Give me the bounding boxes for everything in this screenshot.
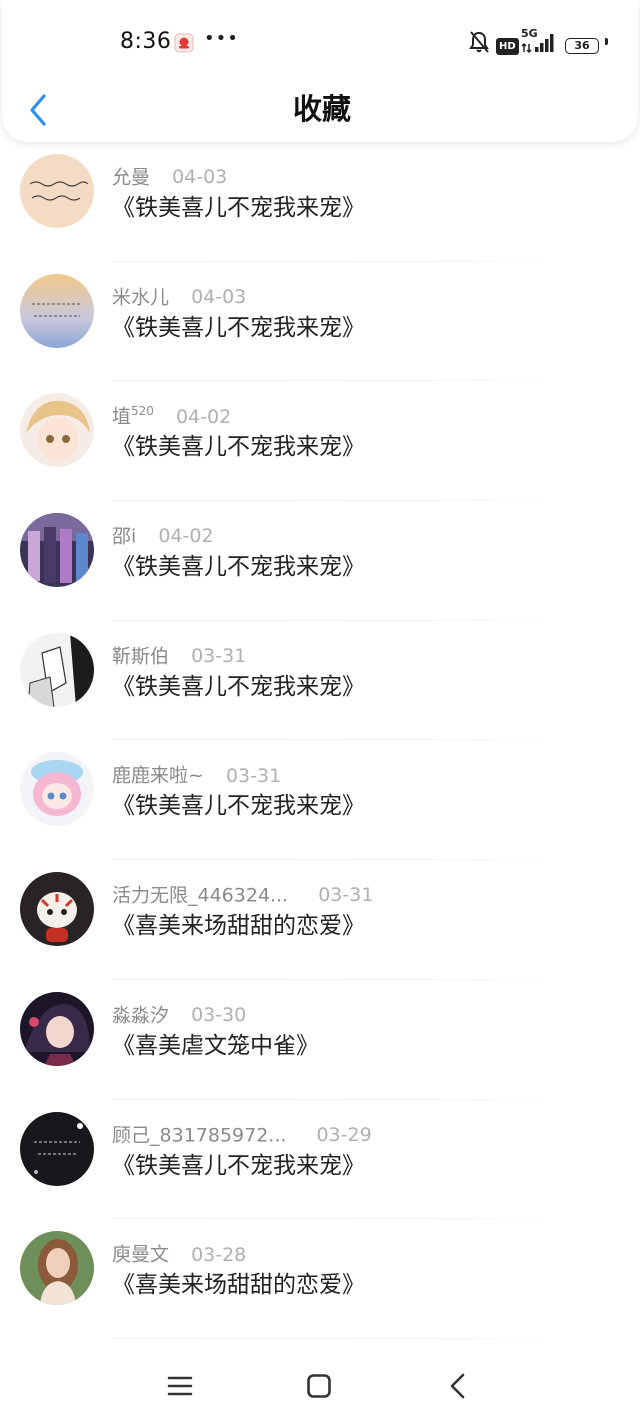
portrait-photo-avatar[interactable] bbox=[20, 1231, 94, 1306]
chevron-left-icon bbox=[30, 94, 46, 126]
list-item[interactable]: 顾己_831785972... 03-29 《铁美喜儿不宠我来宠》 bbox=[0, 1100, 640, 1220]
user-name[interactable]: 米水儿 bbox=[112, 286, 169, 308]
user-name-sup: 520 bbox=[131, 404, 154, 419]
battery-icon: 36 bbox=[565, 34, 609, 54]
favorite-date: 04-02 bbox=[175, 405, 232, 428]
status-bar: 8:36 ••• HD 5G 36 bbox=[2, 0, 640, 86]
book-title[interactable]: 《铁美喜儿不宠我来宠》 bbox=[112, 192, 365, 224]
book-title[interactable]: 《铁美喜儿不宠我来宠》 bbox=[112, 431, 365, 463]
book-title[interactable]: 《铁美喜儿不宠我来宠》 bbox=[112, 1150, 365, 1182]
status-time: 8:36 bbox=[120, 29, 172, 54]
favorite-date: 03-31 bbox=[191, 645, 247, 668]
back-button[interactable] bbox=[22, 90, 54, 130]
favorites-list: 允曼 04-03 《铁美喜儿不宠我来宠》 米水儿 04-03 《铁美喜儿不宠我来… bbox=[0, 142, 640, 1339]
tiger-mascot-avatar[interactable] bbox=[20, 872, 94, 947]
chibi-girl-avatar[interactable] bbox=[20, 752, 94, 827]
app-notification-icon bbox=[174, 33, 194, 53]
book-title[interactable]: 《铁美喜儿不宠我来宠》 bbox=[112, 551, 365, 583]
more-notifications-icon: ••• bbox=[204, 28, 239, 49]
favorite-date: 04-03 bbox=[172, 166, 228, 189]
page-title: 收藏 bbox=[292, 92, 351, 126]
night-text-avatar[interactable] bbox=[20, 1111, 94, 1186]
favorite-date: 03-29 bbox=[316, 1123, 372, 1146]
user-name[interactable]: 邵i bbox=[112, 525, 136, 547]
favorite-date: 03-28 bbox=[191, 1243, 247, 1266]
list-item[interactable]: 米水儿 04-03 《铁美喜儿不宠我来宠》 bbox=[0, 262, 640, 382]
book-title[interactable]: 《铁美喜儿不宠我来宠》 bbox=[112, 671, 365, 703]
favorite-date: 03-31 bbox=[318, 884, 374, 907]
list-item[interactable]: 埴520 04-02 《铁美喜儿不宠我来宠》 bbox=[0, 381, 640, 502]
favorite-date: 04-03 bbox=[191, 286, 247, 309]
menu-icon bbox=[167, 1376, 193, 1396]
book-title[interactable]: 《铁美喜儿不宠我来宠》 bbox=[112, 312, 365, 344]
menu-button[interactable] bbox=[160, 1366, 200, 1406]
nav-back-button[interactable] bbox=[438, 1366, 478, 1406]
home-icon bbox=[307, 1374, 331, 1398]
user-name[interactable]: 活力无限_446324... bbox=[112, 884, 288, 906]
book-title[interactable]: 《喜美来场甜甜的恋爱》 bbox=[112, 1269, 365, 1301]
user-name[interactable]: 靳斯伯 bbox=[112, 645, 169, 667]
anime-boy-avatar[interactable] bbox=[20, 393, 94, 468]
text-note-avatar[interactable] bbox=[20, 154, 94, 228]
user-name[interactable]: 庾曼文 bbox=[112, 1244, 169, 1266]
user-name[interactable]: 埴 bbox=[112, 406, 131, 428]
list-item[interactable]: 邵i 04-02 《铁美喜儿不宠我来宠》 bbox=[0, 501, 640, 621]
back-icon bbox=[450, 1373, 465, 1399]
manga-sketch-avatar[interactable] bbox=[20, 632, 94, 707]
user-name[interactable]: 允曼 bbox=[112, 166, 150, 188]
list-item[interactable]: 淼淼汐 03-30 《喜美虐文笼中雀》 bbox=[0, 980, 640, 1100]
favorite-date: 04-02 bbox=[158, 525, 214, 548]
anime-group-avatar[interactable] bbox=[20, 513, 94, 588]
book-title[interactable]: 《喜美虐文笼中雀》 bbox=[112, 1030, 319, 1062]
mute-bell-icon bbox=[468, 30, 490, 58]
list-item[interactable]: 庾曼文 03-28 《喜美来场甜甜的恋爱》 bbox=[0, 1219, 640, 1339]
user-name[interactable]: 顾己_831785972... bbox=[112, 1124, 286, 1146]
divider bbox=[112, 1337, 552, 1339]
list-item[interactable]: 活力无限_446324... 03-31 《喜美来场甜甜的恋爱》 bbox=[0, 860, 640, 980]
list-item[interactable]: 允曼 04-03 《铁美喜儿不宠我来宠》 bbox=[0, 142, 640, 262]
system-nav-bar bbox=[0, 1350, 640, 1422]
favorite-date: 03-30 bbox=[191, 1004, 247, 1027]
hd-badge: HD bbox=[496, 34, 519, 55]
favorite-date: 03-31 bbox=[225, 764, 282, 787]
user-name[interactable]: 淼淼汐 bbox=[112, 1004, 169, 1026]
sunset-text-avatar[interactable] bbox=[20, 273, 94, 348]
dark-anime-avatar[interactable] bbox=[20, 991, 94, 1066]
home-button[interactable] bbox=[299, 1366, 339, 1406]
user-name[interactable]: 鹿鹿来啦~ bbox=[112, 765, 204, 787]
header: 8:36 ••• HD 5G 36 收藏 bbox=[2, 0, 638, 142]
list-item[interactable]: 鹿鹿来啦~ 03-31 《铁美喜儿不宠我来宠》 bbox=[0, 740, 640, 861]
book-title[interactable]: 《喜美来场甜甜的恋爱》 bbox=[112, 910, 365, 942]
list-item[interactable]: 靳斯伯 03-31 《铁美喜儿不宠我来宠》 bbox=[0, 621, 640, 741]
book-title[interactable]: 《铁美喜儿不宠我来宠》 bbox=[112, 790, 365, 822]
